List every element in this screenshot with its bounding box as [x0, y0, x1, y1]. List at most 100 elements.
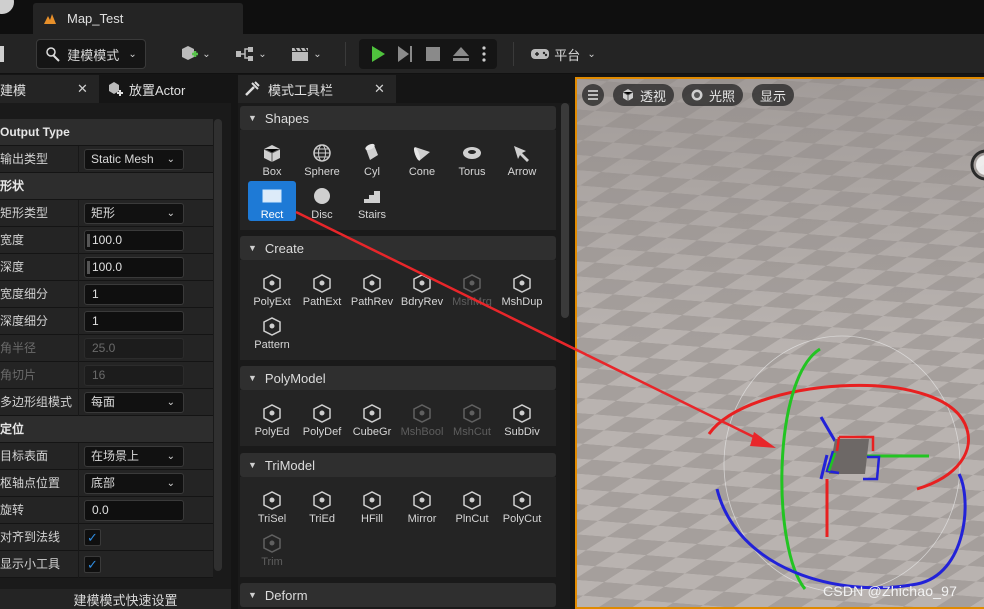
tool-torus[interactable]: Torus — [448, 138, 496, 178]
tab-place-actor[interactable]: 放置Actor — [101, 75, 231, 103]
perspective-button[interactable]: 透视 — [613, 84, 675, 106]
tool-mshmrg[interactable]: MshMrg — [448, 268, 496, 308]
property-row: 角半径 25.0 — [0, 335, 213, 362]
section-header-shapes[interactable]: ▼ Shapes — [240, 106, 556, 130]
property-combo[interactable]: Static Mesh ⌄ — [84, 149, 184, 170]
cinematics-button[interactable]: ⌄ — [285, 39, 327, 69]
section-header-polymodel[interactable]: ▼ PolyModel — [240, 366, 556, 390]
tool-label: MshDup — [501, 296, 543, 308]
mode-select-button[interactable]: 建模模式 ⌄ — [36, 39, 146, 69]
window-menu-icon[interactable] — [0, 0, 18, 18]
toolbar-save-icon[interactable] — [0, 44, 6, 64]
tool-trisel[interactable]: TriSel — [248, 485, 296, 525]
clapperboard-icon — [292, 47, 309, 61]
tool-polycut[interactable]: PolyCut — [498, 485, 546, 525]
show-button[interactable]: 显示 — [752, 84, 795, 106]
tool-bdryrev[interactable]: BdryRev — [398, 268, 446, 308]
column-divider[interactable] — [78, 470, 79, 497]
section-header-deform[interactable]: ▼ Deform — [240, 583, 556, 607]
property-combo[interactable]: 底部 ⌄ — [84, 473, 184, 494]
property-row: 旋转 0.0 — [0, 497, 213, 524]
palette-scrollbar[interactable] — [561, 103, 569, 318]
tool-arrow[interactable]: Arrow — [498, 138, 546, 178]
tool-pattern[interactable]: Pattern — [248, 311, 296, 351]
left-panel-scrollbar[interactable] — [214, 119, 222, 571]
tool-mshbool[interactable]: MshBool — [398, 398, 446, 438]
column-divider[interactable] — [78, 227, 79, 254]
collapse-icon: ▼ — [248, 590, 257, 600]
eject-icon[interactable] — [447, 43, 475, 65]
property-row: 角切片 16 — [0, 362, 213, 389]
tool-cubegr[interactable]: CubeGr — [348, 398, 396, 438]
column-divider[interactable] — [78, 362, 79, 389]
column-divider[interactable] — [78, 443, 79, 470]
column-divider[interactable] — [78, 335, 79, 362]
property-category[interactable]: Output Type — [0, 119, 213, 146]
tool-tried[interactable]: TriEd — [298, 485, 346, 525]
tool-stairs[interactable]: Stairs — [348, 181, 396, 221]
add-actor-button[interactable]: ⌄ — [174, 39, 216, 69]
more-options-icon[interactable] — [475, 43, 493, 65]
tool-plncut[interactable]: PlnCut — [448, 485, 496, 525]
tool-label: HFill — [361, 513, 383, 525]
step-icon[interactable] — [391, 43, 419, 65]
tool-cyl[interactable]: Cyl — [348, 138, 396, 178]
viewport-menu-button[interactable] — [582, 84, 604, 106]
section-header-trimodel[interactable]: ▼ TriModel — [240, 453, 556, 477]
property-checkbox[interactable]: ✓ — [84, 529, 101, 546]
property-combo[interactable]: 每面 ⌄ — [84, 392, 184, 413]
property-number-field[interactable]: 100.0 — [84, 257, 184, 278]
property-combo[interactable]: 在场景上 ⌄ — [84, 446, 184, 467]
modeling-quick-settings-button[interactable]: 建模模式快速设置 — [0, 589, 231, 609]
tool-sphere[interactable]: Sphere — [298, 138, 346, 178]
tool-mirror[interactable]: Mirror — [398, 485, 446, 525]
close-icon[interactable]: ✕ — [374, 81, 385, 97]
tool-polyed[interactable]: PolyEd — [248, 398, 296, 438]
tool-mshdup[interactable]: MshDup — [498, 268, 546, 308]
tool-pathext[interactable]: PathExt — [298, 268, 346, 308]
property-category[interactable]: 形状 — [0, 173, 213, 200]
mode-toolbar-tab[interactable]: 模式工具栏 ✕ — [238, 75, 396, 103]
tool-hfill[interactable]: HFill — [348, 485, 396, 525]
close-icon[interactable]: ✕ — [77, 81, 88, 97]
column-divider[interactable] — [78, 146, 79, 173]
property-number-field[interactable]: 1 — [84, 284, 184, 305]
tool-polyext[interactable]: PolyExt — [248, 268, 296, 308]
tool-trim[interactable]: Trim — [248, 528, 296, 568]
column-divider[interactable] — [78, 497, 79, 524]
property-number-field[interactable]: 1 — [84, 311, 184, 332]
column-divider[interactable] — [78, 281, 79, 308]
title-bar: Map_Test — [0, 0, 984, 34]
column-divider[interactable] — [78, 200, 79, 227]
column-divider[interactable] — [78, 524, 79, 551]
tool-box[interactable]: Box — [248, 138, 296, 178]
level-viewport[interactable]: 透视 光照 显示 — [575, 77, 984, 609]
tool-cone[interactable]: Cone — [398, 138, 446, 178]
tool-disc[interactable]: Disc — [298, 181, 346, 221]
section-title: Deform — [264, 587, 308, 603]
platform-button[interactable]: 平台 ⌄ — [528, 39, 598, 69]
tool-polydef[interactable]: PolyDef — [298, 398, 346, 438]
stop-icon[interactable] — [419, 43, 447, 65]
section-header-create[interactable]: ▼ Create — [240, 236, 556, 260]
play-icon[interactable] — [363, 43, 391, 65]
lighting-button[interactable]: 光照 — [682, 84, 744, 106]
tool-pathrev[interactable]: PathRev — [348, 268, 396, 308]
tool-mshcut[interactable]: MshCut — [448, 398, 496, 438]
column-divider[interactable] — [78, 551, 79, 578]
document-tab[interactable]: Map_Test — [33, 3, 243, 34]
tab-modeling[interactable]: 建模 ✕ — [0, 75, 99, 103]
property-category[interactable]: 定位 — [0, 416, 213, 443]
tool-rect[interactable]: Rect — [248, 181, 296, 221]
column-divider[interactable] — [78, 389, 79, 416]
property-checkbox[interactable]: ✓ — [84, 556, 101, 573]
property-combo[interactable]: 矩形 ⌄ — [84, 203, 184, 224]
column-divider[interactable] — [78, 254, 79, 281]
combo-value: 在场景上 — [91, 449, 140, 463]
property-number-field[interactable]: 0.0 — [84, 500, 184, 521]
tool-label: SubDiv — [504, 426, 540, 438]
property-number-field[interactable]: 100.0 — [84, 230, 184, 251]
column-divider[interactable] — [78, 308, 79, 335]
blueprint-button[interactable]: ⌄ — [230, 39, 272, 69]
tool-subdiv[interactable]: SubDiv — [498, 398, 546, 438]
